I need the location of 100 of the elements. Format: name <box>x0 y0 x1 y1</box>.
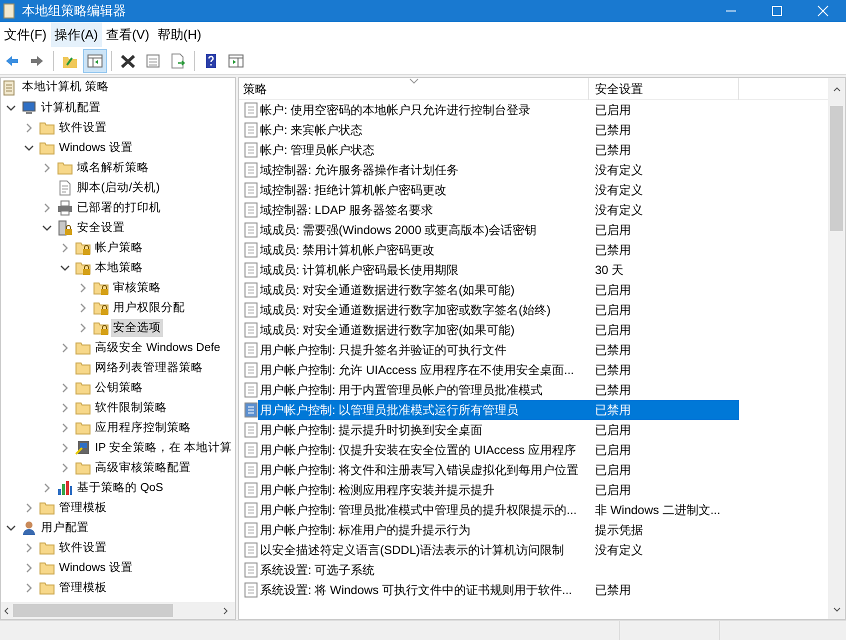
chevron-right-icon[interactable] <box>60 443 70 453</box>
security-setting: 已禁用 <box>594 342 631 359</box>
tree-item[interactable]: 用户权限分配 <box>111 299 187 317</box>
pane-toggle-icon[interactable] <box>83 48 107 72</box>
table-row[interactable]: 帐户: 来宾帐户状态 已禁用 <box>258 120 739 140</box>
policy-icon <box>244 222 258 238</box>
table-row[interactable]: 系统设置: 可选子系统 <box>258 560 739 580</box>
table-row[interactable]: 域控制器: LDAP 服务器签名要求 没有定义 <box>258 200 739 220</box>
table-row[interactable]: 域控制器: 拒绝计算机帐户密码更改 没有定义 <box>258 180 739 200</box>
chevron-right-icon[interactable] <box>78 283 88 293</box>
table-row[interactable]: 用户帐户控制: 允许 UIAccess 应用程序在不使用安全桌面... 已禁用 <box>258 360 739 380</box>
chevron-right-icon[interactable] <box>78 323 88 333</box>
tree-item[interactable]: 本地计算机 策略 <box>20 79 112 97</box>
chevron-right-icon[interactable] <box>60 423 70 433</box>
tree-item[interactable]: IP 安全策略，在 本地计算 <box>93 439 234 457</box>
chevron-down-icon[interactable] <box>6 523 16 533</box>
table-row[interactable]: 帐户: 管理员帐户状态 已禁用 <box>258 140 739 160</box>
security-setting: 已启用 <box>594 322 631 339</box>
tree-item[interactable]: 软件设置 <box>57 119 109 137</box>
scroll-icon <box>2 3 16 19</box>
tree-item[interactable]: 用户配置 <box>39 519 91 537</box>
tree-item[interactable]: 应用程序控制策略 <box>93 419 193 437</box>
horizontal-scrollbar[interactable] <box>1 602 235 619</box>
table-row[interactable]: 用户帐户控制: 将文件和注册表写入错误虚拟化到每用户位置 已启用 <box>258 460 739 480</box>
menu-item[interactable]: 查看(V) <box>102 22 154 47</box>
tree-item[interactable]: 计算机配置 <box>39 99 103 117</box>
table-row[interactable]: 域成员: 计算机帐户密码最长使用期限 30 天 <box>258 260 739 280</box>
chevron-right-icon[interactable] <box>24 563 34 573</box>
chevron-right-icon[interactable] <box>24 503 34 513</box>
table-row[interactable]: 域成员: 对安全通道数据进行数字加密(如果可能) 已启用 <box>258 320 739 340</box>
menu-item[interactable]: 文件(F) <box>0 22 51 47</box>
tree-item[interactable]: 高级安全 Windows Defe <box>93 339 222 357</box>
tree-item[interactable]: 已部署的打印机 <box>75 199 163 217</box>
chevron-right-icon[interactable] <box>24 123 34 133</box>
tree-item[interactable]: 帐户策略 <box>93 239 145 257</box>
table-row[interactable]: 以安全描述符定义语言(SDDL)语法表示的计算机访问限制 没有定义 <box>258 540 739 560</box>
scrollbar-thumb[interactable] <box>830 106 843 231</box>
policy-name: 域成员: 禁用计算机帐户密码更改 <box>259 242 436 259</box>
tree-item[interactable]: Windows 设置 <box>57 559 135 577</box>
tree-item[interactable]: 安全设置 <box>75 219 127 237</box>
chevron-right-icon[interactable] <box>60 343 70 353</box>
tree-item[interactable]: 审核策略 <box>111 279 163 297</box>
chevron-right-icon[interactable] <box>78 303 88 313</box>
chevron-right-icon[interactable] <box>42 163 52 173</box>
scrollbar-thumb[interactable] <box>13 604 173 617</box>
security-setting: 已禁用 <box>594 382 631 399</box>
server-lock-icon <box>57 220 73 236</box>
chevron-down-icon[interactable] <box>24 143 34 153</box>
policy-icon <box>244 442 258 458</box>
tree-item[interactable]: 管理模板 <box>57 579 109 597</box>
chevron-right-icon[interactable] <box>60 403 70 413</box>
policy-name: 帐户: 来宾帐户状态 <box>259 122 364 139</box>
tree-item[interactable]: 网络列表管理器策略 <box>93 359 205 377</box>
tree-item[interactable]: 基于策略的 QoS <box>75 479 166 497</box>
tree-item[interactable]: 公钥策略 <box>93 379 145 397</box>
table-row[interactable]: 域控制器: 允许服务器操作者计划任务 没有定义 <box>258 160 739 180</box>
chevron-right-icon[interactable] <box>24 583 34 593</box>
menu-item[interactable]: 操作(A) <box>50 22 102 47</box>
table-row[interactable]: 用户帐户控制: 检测应用程序安装并提示提升 已启用 <box>258 480 739 500</box>
tree-item[interactable]: 域名解析策略 <box>75 159 151 177</box>
column-header[interactable]: 安全设置 <box>589 78 739 100</box>
tree-item[interactable]: 软件限制策略 <box>93 399 169 417</box>
table-row[interactable]: 域成员: 对安全通道数据进行数字签名(如果可能) 已启用 <box>258 280 739 300</box>
chevron-down-icon[interactable] <box>42 223 52 233</box>
security-setting: 已启用 <box>594 482 631 499</box>
chevron-right-icon[interactable] <box>60 243 70 253</box>
policy-name: 用户帐户控制: 提示提升时切换到安全桌面 <box>259 422 484 439</box>
table-row[interactable]: 用户帐户控制: 提示提升时切换到安全桌面 已启用 <box>258 420 739 440</box>
scroll-icon <box>1 80 17 96</box>
tree-item[interactable]: Windows 设置 <box>57 139 135 157</box>
chevron-right-icon[interactable] <box>24 543 34 553</box>
table-row[interactable]: 用户帐户控制: 标准用户的提升提示行为 提示凭据 <box>258 520 739 540</box>
chevron-down-icon[interactable] <box>60 263 70 273</box>
table-row[interactable]: 域成员: 禁用计算机帐户密码更改 已禁用 <box>258 240 739 260</box>
menu-item[interactable]: 帮助(H) <box>153 22 206 47</box>
table-row[interactable]: 用户帐户控制: 用于内置管理员帐户的管理员批准模式 已禁用 <box>258 380 739 400</box>
table-row[interactable]: 系统设置: 将 Windows 可执行文件中的证书规则用于软件... 已禁用 <box>258 580 739 600</box>
table-row[interactable]: 域成员: 对安全通道数据进行数字加密或数字签名(始终) 已启用 <box>258 300 739 320</box>
policy-name: 用户帐户控制: 只提升签名并验证的可执行文件 <box>259 342 508 359</box>
locked-folder-icon <box>93 300 109 316</box>
tree-item[interactable]: 管理模板 <box>57 499 109 517</box>
table-row[interactable]: 用户帐户控制: 只提升签名并验证的可执行文件 已禁用 <box>258 340 739 360</box>
table-row[interactable]: 域成员: 需要强(Windows 2000 或更高版本)会话密钥 已启用 <box>258 220 739 240</box>
table-row[interactable]: 帐户: 使用空密码的本地帐户只允许进行控制台登录 已启用 <box>258 100 739 120</box>
chevron-right-icon[interactable] <box>42 483 52 493</box>
chevron-right-icon[interactable] <box>60 463 70 473</box>
table-row[interactable]: 用户帐户控制: 以管理员批准模式运行所有管理员 已禁用 <box>258 400 739 420</box>
column-header[interactable]: 策略 <box>239 78 589 100</box>
policy-icon <box>244 242 258 258</box>
tree-item[interactable]: 脚本(启动/关机) <box>75 179 162 197</box>
chevron-right-icon[interactable] <box>60 383 70 393</box>
tree-item[interactable]: 高级审核策略配置 <box>93 459 193 477</box>
table-row[interactable]: 用户帐户控制: 管理员批准模式中管理员的提升权限提示的... 非 Windows 二进制文... <box>258 500 739 520</box>
chevron-right-icon[interactable] <box>42 203 52 213</box>
tree-item[interactable]: 软件设置 <box>57 539 109 557</box>
tree-item[interactable]: 安全选项 <box>111 319 163 337</box>
tree-item[interactable]: 本地策略 <box>93 259 145 277</box>
chevron-down-icon[interactable] <box>6 103 16 113</box>
vertical-scrollbar[interactable] <box>828 78 845 619</box>
table-row[interactable]: 用户帐户控制: 仅提升安装在安全位置的 UIAccess 应用程序 已启用 <box>258 440 739 460</box>
